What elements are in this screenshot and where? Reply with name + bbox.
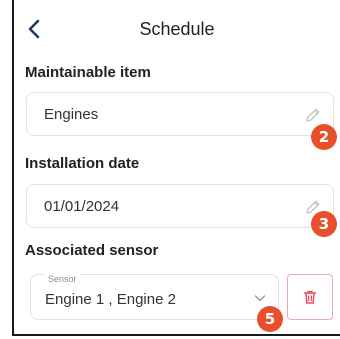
annotation-badge-3: 3	[311, 211, 337, 237]
maintainable-item-field[interactable]: Engines	[26, 92, 334, 136]
sensor-value: Engine 1 , Engine 2	[45, 291, 176, 308]
top-bar: Schedule	[14, 10, 340, 48]
chevron-down-icon	[254, 295, 266, 302]
installation-date-value: 01/01/2024	[44, 198, 120, 215]
maintainable-item-label: Maintainable item	[25, 64, 151, 81]
maintainable-item-value: Engines	[44, 106, 99, 123]
trash-icon	[303, 290, 317, 304]
installation-date-label: Installation date	[25, 155, 140, 172]
annotation-badge-5: 5	[257, 306, 283, 332]
delete-sensor-button[interactable]	[287, 274, 333, 320]
pencil-icon[interactable]	[303, 105, 323, 125]
sensor-select[interactable]: Sensor Engine 1 , Engine 2	[30, 274, 279, 320]
page-title: Schedule	[139, 19, 215, 39]
annotation-badge-2: 2	[311, 124, 337, 150]
installation-date-field[interactable]: 01/01/2024	[26, 184, 334, 228]
associated-sensor-label: Associated sensor	[25, 242, 159, 259]
sensor-field-label: Sensor	[45, 274, 80, 284]
